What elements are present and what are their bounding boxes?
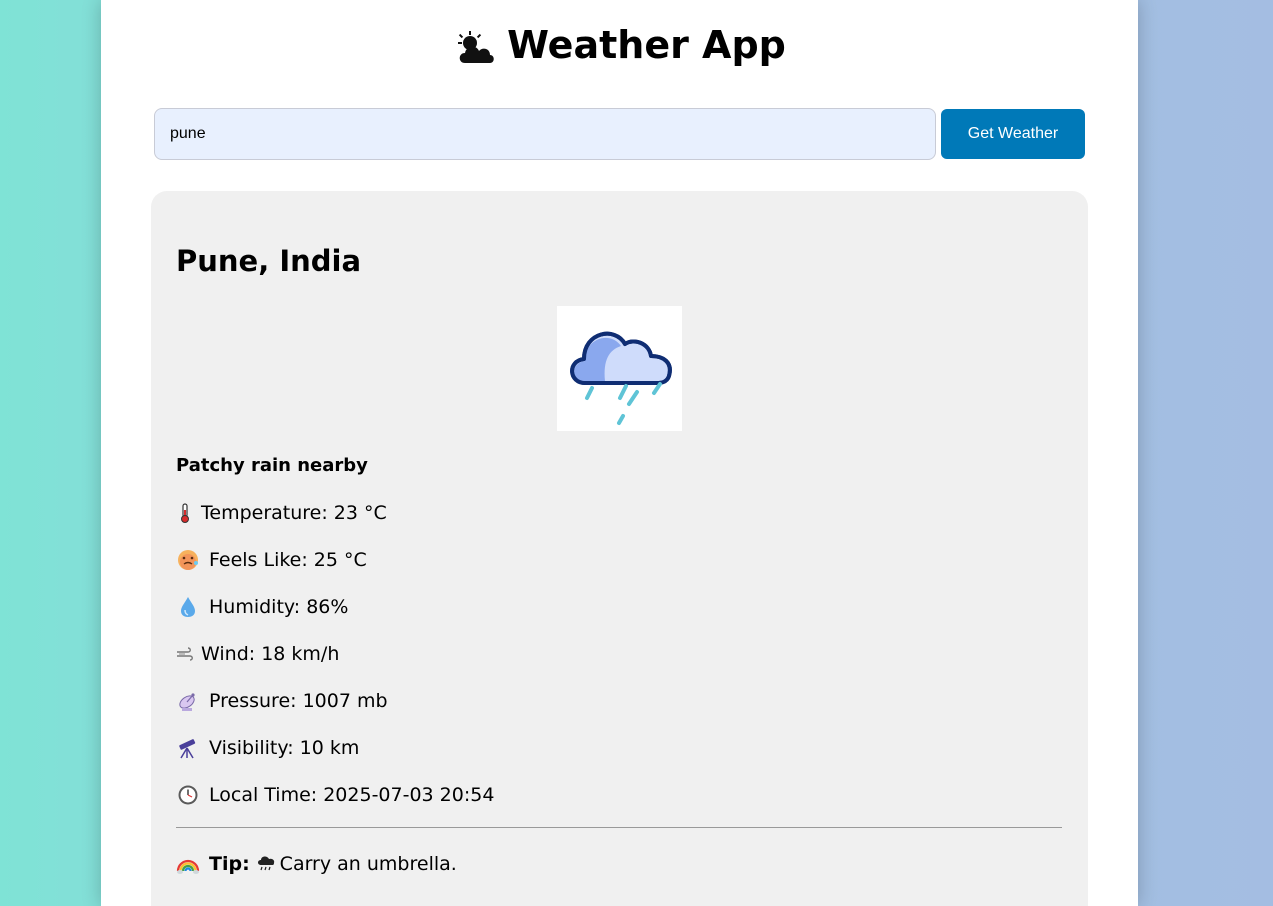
app-title: Weather App bbox=[101, 18, 1138, 72]
wind-text: Wind: 18 km/h bbox=[201, 643, 340, 665]
temperature-text: Temperature: 23 °C bbox=[201, 502, 387, 524]
tip-line: Tip: Carry an umbrella. bbox=[176, 851, 457, 877]
thermometer-icon bbox=[176, 502, 194, 524]
tip-text: Carry an umbrella. bbox=[279, 853, 457, 875]
local-time-line: Local Time: 2025-07-03 20:54 bbox=[176, 782, 494, 808]
clock-icon bbox=[176, 784, 202, 806]
tip-label: Tip: bbox=[209, 853, 250, 875]
weather-card: Pune, India Patchy rain nearby Temperatu… bbox=[151, 191, 1088, 906]
app-container: Weather App Get Weather Pune, India Patc… bbox=[101, 0, 1138, 906]
get-weather-button[interactable]: Get Weather bbox=[941, 109, 1085, 159]
telescope-icon bbox=[176, 737, 202, 759]
feels-like-line: Feels Like: 25 °C bbox=[176, 547, 367, 573]
cloud-with-rain-icon bbox=[256, 854, 276, 874]
app-title-text: Weather App bbox=[507, 23, 786, 67]
temperature-line: Temperature: 23 °C bbox=[176, 500, 387, 526]
wind-icon bbox=[176, 643, 194, 665]
hot-face-icon bbox=[176, 549, 202, 571]
droplet-icon bbox=[176, 596, 202, 618]
rain-cloud-icon bbox=[557, 306, 682, 431]
divider bbox=[176, 827, 1062, 828]
sun-behind-cloud-icon bbox=[453, 27, 497, 63]
satellite-antenna-icon bbox=[176, 690, 202, 712]
condition-text: Patchy rain nearby bbox=[176, 455, 368, 476]
visibility-text: Visibility: 10 km bbox=[209, 737, 360, 759]
pressure-text: Pressure: 1007 mb bbox=[209, 690, 388, 712]
wind-line: Wind: 18 km/h bbox=[176, 641, 339, 667]
feels-like-text: Feels Like: 25 °C bbox=[209, 549, 367, 571]
rainbow-icon bbox=[176, 853, 202, 875]
humidity-text: Humidity: 86% bbox=[209, 596, 349, 618]
local-time-text: Local Time: 2025-07-03 20:54 bbox=[209, 784, 495, 806]
visibility-line: Visibility: 10 km bbox=[176, 735, 359, 761]
city-search-input[interactable] bbox=[154, 108, 936, 160]
pressure-line: Pressure: 1007 mb bbox=[176, 688, 388, 714]
location-title: Pune, India bbox=[176, 244, 362, 278]
humidity-line: Humidity: 86% bbox=[176, 594, 348, 620]
